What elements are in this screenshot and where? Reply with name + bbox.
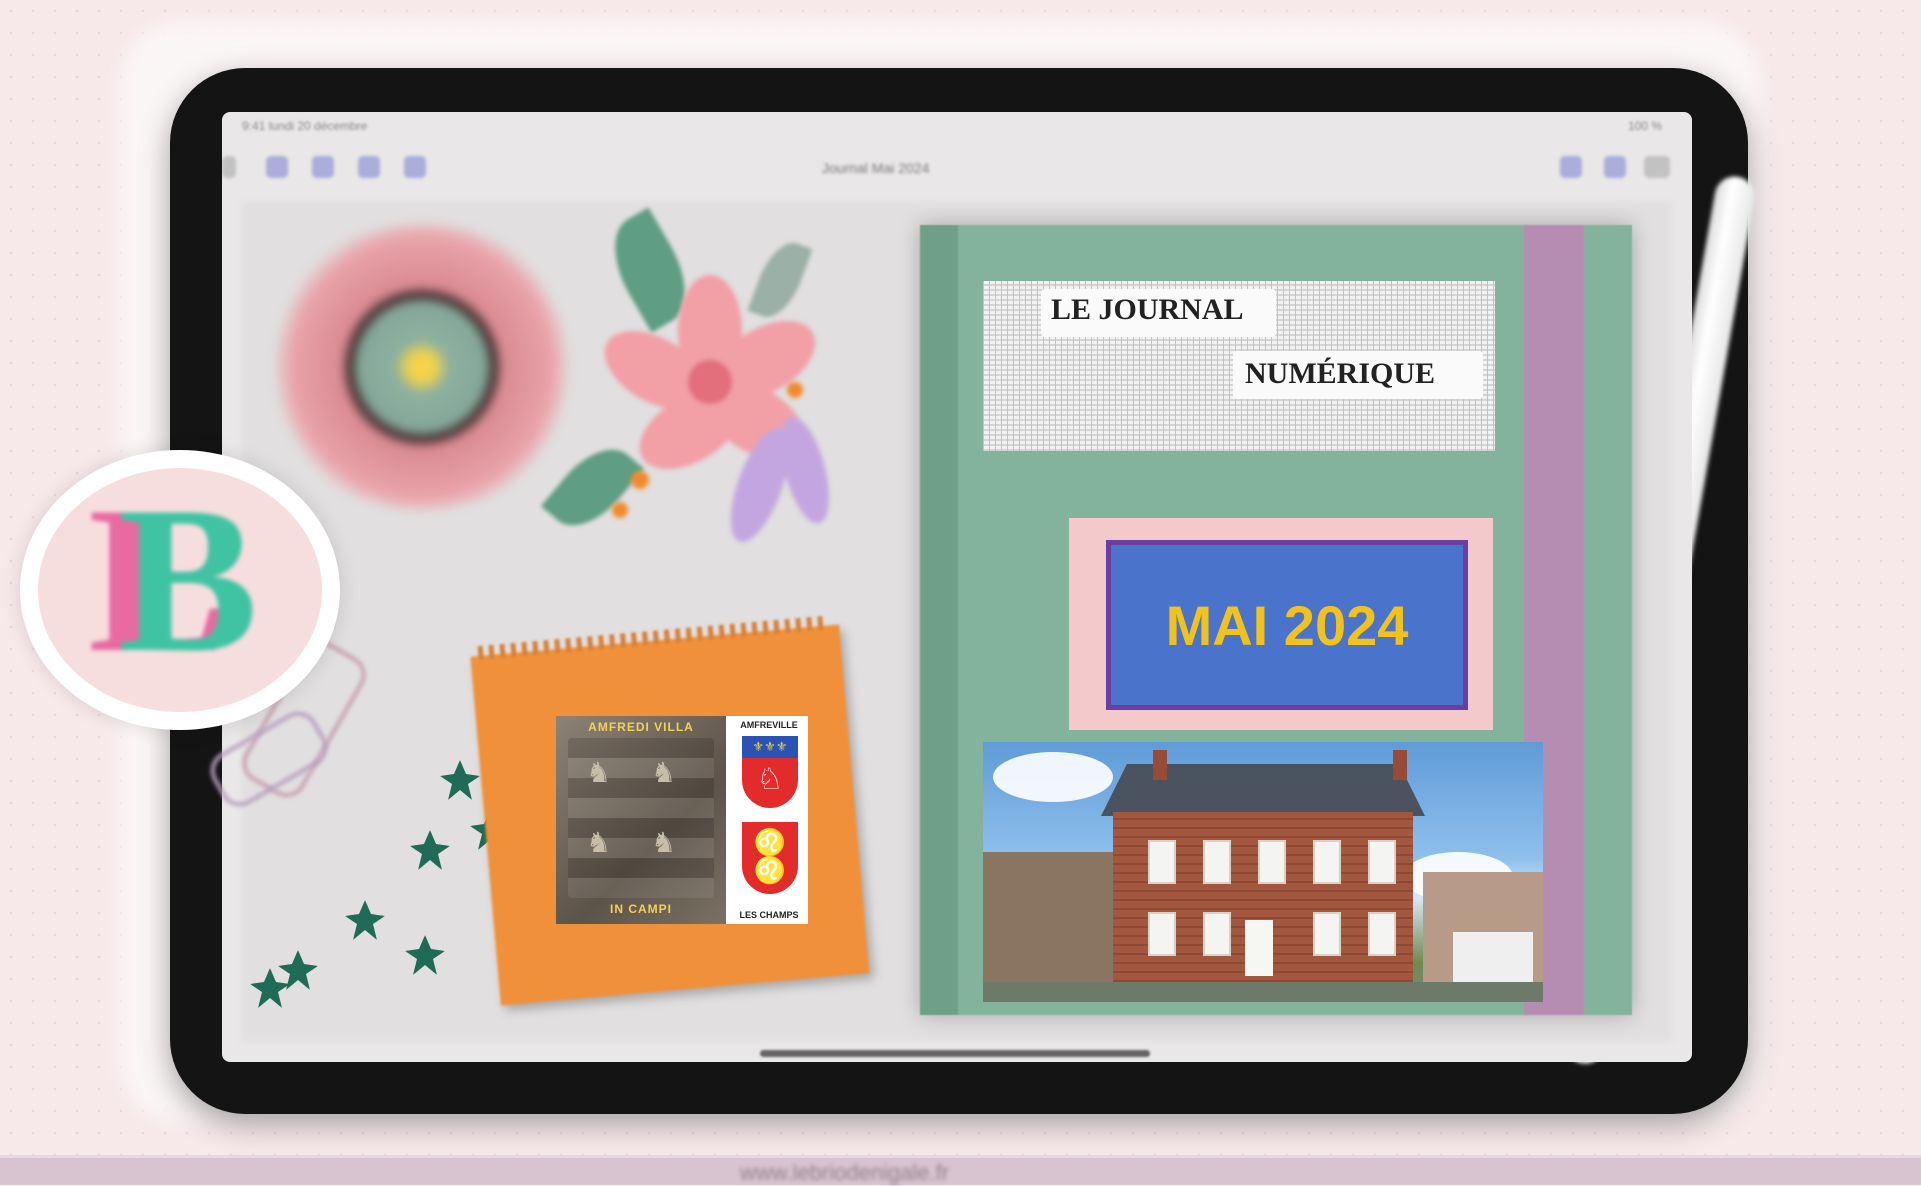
emblem-stone-carving: AMFREDI VILLA ♞ ♞ ♞ ♞ IN CAMPI: [556, 716, 726, 924]
footer-url[interactable]: www.lebriodenigale.fr: [740, 1160, 949, 1186]
window: [1313, 912, 1341, 956]
status-bar: 9:41 lundi 20 décembre 100 %: [222, 112, 1692, 138]
footer-bar: www.lebriodenigale.fr: [0, 1155, 1921, 1185]
neighbor-building: [983, 852, 1123, 1002]
newspaper-header-image: LE JOURNAL NUMÉRIQUE: [983, 281, 1495, 451]
window: [1148, 912, 1176, 956]
bookmark-icon[interactable]: [358, 156, 380, 178]
window: [1368, 912, 1396, 956]
amfreville-shield-icon: ⚜⚜⚜ ♘: [742, 736, 798, 808]
town-emblem-image: AMFREDI VILLA ♞ ♞ ♞ ♞ IN CAMPI AMFREVILL…: [556, 716, 808, 924]
document-title[interactable]: Journal Mai 2024: [822, 160, 929, 176]
add-page-icon[interactable]: [1560, 156, 1582, 178]
journal-title-line1: LE JOURNAL: [1051, 293, 1244, 326]
carved-lion-icon: ♞: [586, 827, 612, 858]
window: [1203, 840, 1231, 884]
town-hall-door: [1245, 920, 1273, 976]
share-icon[interactable]: [404, 156, 426, 178]
window: [1313, 840, 1341, 884]
pink-ring-decoration: [262, 222, 582, 512]
carved-lion-icon: ♞: [586, 757, 612, 788]
lions-icon: ♌ ♌: [753, 827, 787, 885]
emblem-right-bottom-caption: LES CHAMPS: [739, 910, 799, 920]
fleur-de-lis-icon: ⚜⚜⚜: [742, 736, 798, 758]
logo: L B: [88, 470, 288, 690]
journal-title-line2: NUMÉRIQUE: [1245, 357, 1436, 390]
logo-letter-b: B: [118, 464, 259, 696]
back-icon[interactable]: [222, 156, 236, 178]
cloud: [993, 752, 1113, 802]
issue-label: MAI 2024: [1106, 540, 1468, 710]
chimney: [1393, 750, 1407, 780]
window: [1148, 840, 1176, 884]
town-hall-roof: [1101, 764, 1425, 816]
issue-date: MAI 2024: [1165, 593, 1409, 657]
status-battery: 100 %: [1627, 119, 1662, 133]
window: [1368, 840, 1396, 884]
normandy-shield-icon: ♌ ♌: [742, 822, 798, 894]
carved-lion-icon: ♞: [651, 827, 677, 858]
status-time: 9:41 lundi 20 décembre: [242, 119, 368, 133]
window: [1203, 912, 1231, 956]
window: [1258, 840, 1286, 884]
lamb-icon: ♘: [756, 763, 784, 796]
carved-lion-icon: ♞: [651, 757, 677, 788]
ground: [983, 982, 1543, 1002]
pen-tool-icon[interactable]: [1604, 156, 1626, 178]
more-icon[interactable]: [1644, 156, 1670, 178]
town-hall-photo: [983, 742, 1543, 1002]
flower-decoration: [604, 275, 829, 542]
search-icon[interactable]: [312, 156, 334, 178]
emblem-right-top-caption: AMFREVILLE: [740, 720, 798, 730]
grid-icon[interactable]: [266, 156, 288, 178]
emblem-left-bottom-caption: IN CAMPI: [610, 902, 672, 916]
home-indicator[interactable]: [760, 1050, 1150, 1057]
chimney: [1153, 750, 1167, 780]
journal-spine: [920, 225, 958, 1015]
app-toolbar: Journal Mai 2024: [222, 142, 1692, 192]
emblem-left-top-caption: AMFREDI VILLA: [588, 720, 694, 734]
